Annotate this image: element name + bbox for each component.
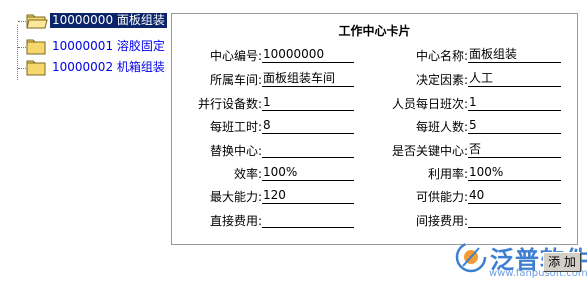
folder-icon <box>26 60 46 76</box>
field-label: 并行设备数: <box>197 97 262 111</box>
field-value[interactable]: 100% <box>468 165 561 181</box>
tree-branch <box>18 21 26 22</box>
add-button[interactable]: 添 加 <box>543 252 581 272</box>
field-label: 人员每日班次: <box>391 97 468 111</box>
workcenter-card: 工作中心卡片 中心编号: 10000000 所属车间: 面板组装车间 并行设备数… <box>171 13 578 245</box>
folder-icon <box>26 14 48 29</box>
field-value[interactable] <box>468 212 561 228</box>
field-label: 每班工时: <box>209 120 262 134</box>
tree-item-label[interactable]: 10000002 机箱组装 <box>50 60 167 75</box>
tree-item-label[interactable]: 10000000 面板组装 <box>50 13 167 28</box>
card-title: 工作中心卡片 <box>338 24 411 38</box>
field-label: 替换中心: <box>209 144 262 158</box>
tree-item[interactable]: 10000001 溶胶固定 <box>8 38 168 56</box>
field-label: 每班人数: <box>415 120 468 134</box>
folder-icon <box>26 39 46 55</box>
tree-item[interactable]: 10000000 面板组装 <box>8 12 168 30</box>
tree-item-label[interactable]: 10000001 溶胶固定 <box>50 39 167 54</box>
tree-branch <box>18 47 26 48</box>
field-value[interactable]: 1 <box>262 95 354 111</box>
field-label: 决定因素: <box>415 73 468 87</box>
field-label: 直接费用: <box>209 214 262 228</box>
field-value[interactable]: 120 <box>262 188 354 204</box>
field-label: 可供能力: <box>415 190 468 204</box>
field-value[interactable]: 否 <box>468 142 561 158</box>
field-label: 效率: <box>233 167 262 181</box>
tree-item[interactable]: 10000002 机箱组装 <box>8 59 168 77</box>
brand-logo-icon <box>455 241 487 273</box>
field-value[interactable] <box>262 142 354 158</box>
field-value[interactable]: 面板组装车间 <box>262 71 354 87</box>
field-label: 中心名称: <box>415 49 468 63</box>
field-value[interactable]: 人工 <box>468 71 561 87</box>
field-value[interactable]: 8 <box>262 118 354 134</box>
field-label: 最大能力: <box>209 190 262 204</box>
field-value[interactable]: 40 <box>468 188 561 204</box>
field-value[interactable] <box>262 212 354 228</box>
field-value[interactable]: 5 <box>468 118 561 134</box>
field-label: 中心编号: <box>209 49 262 63</box>
field-value[interactable]: 1 <box>468 95 561 111</box>
field-label: 是否关键中心: <box>391 144 468 158</box>
field-label: 所属车间: <box>209 73 262 87</box>
field-label: 间接费用: <box>415 214 468 228</box>
field-value[interactable]: 10000000 <box>262 47 354 63</box>
field-value[interactable]: 100% <box>262 165 354 181</box>
tree-branch <box>18 68 26 69</box>
field-value[interactable]: 面板组装 <box>468 47 561 63</box>
field-label: 利用率: <box>427 167 468 181</box>
